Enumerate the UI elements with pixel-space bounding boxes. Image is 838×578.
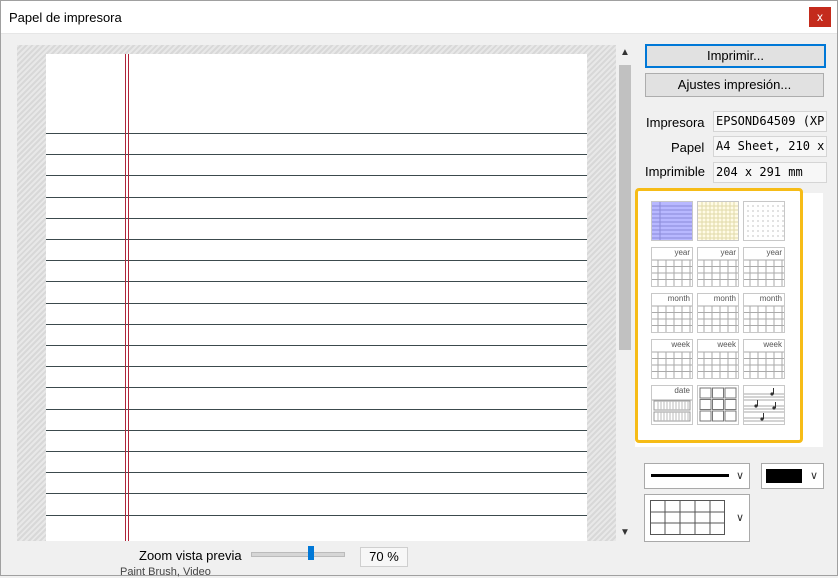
printable-field: 204 x 291 mm [713, 162, 827, 183]
scroll-down-icon[interactable]: ▼ [617, 525, 633, 541]
template-week-3[interactable]: week [743, 339, 785, 379]
zoom-value: 70 % [360, 547, 408, 567]
scroll-up-icon[interactable]: ▲ [617, 45, 633, 61]
print-settings-button[interactable]: Ajustes impresión... [645, 73, 824, 97]
line-color-dropdown[interactable]: ∨ [761, 463, 824, 489]
paper-field: A4 Sheet, 210 x 29 [713, 136, 827, 157]
template-thumbnail-icon [744, 388, 784, 422]
color-swatch [766, 469, 802, 483]
printer-field: EPSOND64509 (XP- [713, 111, 827, 132]
template-month-3[interactable]: month [743, 293, 785, 333]
template-label: week [671, 340, 690, 349]
template-label: month [713, 294, 736, 303]
title-bar: Papel de impresora x [1, 1, 837, 34]
background-app-text: Paint Brush, Video [120, 566, 211, 578]
template-year-1[interactable]: year [651, 247, 693, 287]
template-label: date [674, 386, 690, 395]
template-month-1[interactable]: month [651, 293, 693, 333]
chevron-down-icon: ∨ [735, 512, 744, 524]
template-year-2[interactable]: year [697, 247, 739, 287]
printable-label: Imprimible [645, 164, 705, 179]
template-year-3[interactable]: year [743, 247, 785, 287]
template-label: month [667, 294, 690, 303]
template-thumbnail-icon [652, 202, 692, 240]
template-label: month [759, 294, 782, 303]
template-storyboard[interactable] [697, 385, 739, 425]
template-label: year [674, 248, 690, 257]
paper-preview [46, 54, 587, 541]
template-label: year [720, 248, 736, 257]
line-style-dropdown[interactable]: ∨ [644, 463, 750, 489]
chevron-down-icon: ∨ [735, 470, 744, 482]
preview-area [17, 45, 616, 541]
template-week-1[interactable]: week [651, 339, 693, 379]
print-button[interactable]: Imprimir... [645, 44, 826, 68]
preview-scrollbar[interactable]: ▲ ▼ [617, 45, 633, 541]
margin-line [128, 54, 129, 541]
close-button[interactable]: x [809, 7, 831, 27]
printer-label: Impresora [646, 115, 705, 130]
template-label: week [717, 340, 736, 349]
print-paper-dialog: Papel de impresora x ▲ ▼ Zoom vista prev… [0, 0, 838, 576]
template-month-2[interactable]: month [697, 293, 739, 333]
template-lined[interactable] [651, 201, 693, 241]
chevron-down-icon: ∨ [809, 470, 818, 482]
window-title: Papel de impresora [9, 10, 122, 25]
zoom-slider-track[interactable] [251, 552, 345, 557]
paper-label: Papel [671, 140, 705, 155]
template-gallery: year year year month month month week week week d… [635, 188, 803, 443]
template-thumbnail-icon [698, 202, 738, 240]
template-week-2[interactable]: week [697, 339, 739, 379]
grid-layout-icon [650, 500, 725, 535]
template-grid[interactable] [697, 201, 739, 241]
template-thumbnail-icon [699, 387, 737, 422]
template-thumbnail-icon [747, 205, 784, 237]
zoom-slider-thumb[interactable] [308, 546, 314, 560]
template-label: year [766, 248, 782, 257]
template-date[interactable]: date [651, 385, 693, 425]
margin-line [125, 54, 126, 541]
scroll-thumb[interactable] [619, 65, 631, 350]
template-dots[interactable] [743, 201, 785, 241]
zoom-label: Zoom vista previa [139, 548, 242, 563]
line-style-preview [651, 474, 729, 477]
template-music[interactable] [743, 385, 785, 425]
layout-dropdown[interactable]: ∨ [644, 494, 750, 542]
template-label: week [763, 340, 782, 349]
